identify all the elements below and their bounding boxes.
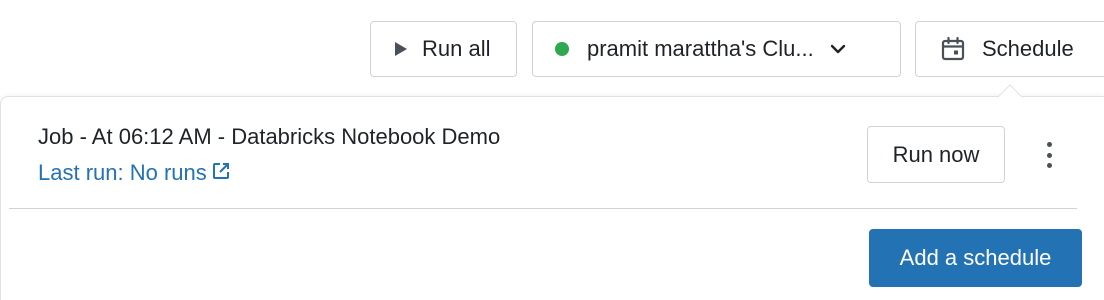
- play-icon: [395, 42, 407, 56]
- job-title: Job - At 06:12 AM - Databricks Notebook …: [38, 124, 501, 149]
- chevron-down-icon: [828, 39, 848, 59]
- kebab-menu-icon[interactable]: [1038, 142, 1060, 168]
- kebab-dot: [1046, 142, 1052, 147]
- schedule-label: Schedule: [982, 36, 1074, 61]
- kebab-dot: [1046, 163, 1052, 168]
- last-run-label: Last run: No runs: [38, 160, 207, 185]
- add-schedule-button[interactable]: Add a schedule: [869, 229, 1082, 287]
- external-link-icon: [211, 161, 231, 181]
- notebook-toolbar-area: Run all pramit marattha's Clu... Schedul…: [0, 0, 1104, 300]
- kebab-dot: [1046, 152, 1052, 158]
- cluster-selector[interactable]: pramit marattha's Clu...: [532, 21, 901, 77]
- cluster-name: pramit marattha's Clu...: [587, 36, 814, 61]
- schedule-button[interactable]: Schedule: [915, 21, 1104, 77]
- status-dot-icon: [555, 42, 569, 56]
- run-all-label: Run all: [422, 36, 491, 61]
- last-run-link[interactable]: Last run: No runs: [38, 160, 231, 186]
- run-all-button[interactable]: Run all: [370, 21, 517, 77]
- calendar-icon: [940, 36, 966, 62]
- divider: [9, 208, 1077, 209]
- run-now-button[interactable]: Run now: [867, 126, 1005, 183]
